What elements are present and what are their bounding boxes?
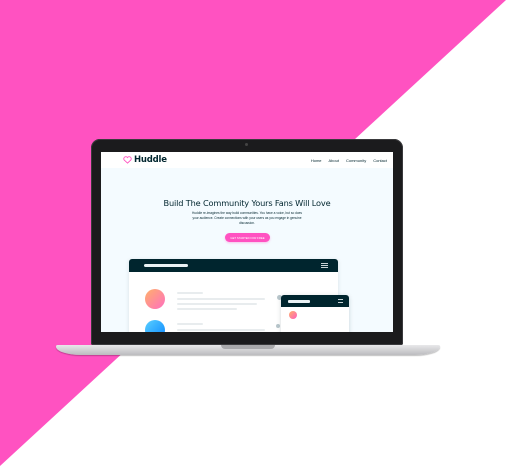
avatar: [289, 311, 297, 319]
hero-description: Huddle re-imagines the way build communi…: [191, 211, 303, 225]
placeholder-line: [177, 303, 257, 305]
site-header: Huddle Home About Community Contact: [101, 152, 393, 168]
nav-link-about[interactable]: About: [329, 158, 339, 163]
site-logo[interactable]: Huddle: [123, 155, 167, 165]
webcam: [245, 143, 248, 146]
nav-link-contact[interactable]: Contact: [373, 158, 387, 163]
heart-chat-icon: [123, 156, 132, 164]
avatar: [145, 289, 165, 309]
mockup-header-bar: [129, 259, 338, 272]
laptop-display: Huddle Home About Community Contact Buil…: [91, 139, 403, 345]
logo-text: Huddle: [134, 155, 167, 165]
placeholder-line: [177, 292, 203, 294]
avatar: [145, 320, 165, 332]
app-mockup-side: [281, 295, 349, 332]
get-started-button[interactable]: GET STARTED FOR FREE: [225, 233, 270, 242]
nav-link-community[interactable]: Community: [346, 158, 366, 163]
laptop-base: [56, 345, 440, 355]
hamburger-menu-icon: [321, 263, 328, 268]
nav-link-home[interactable]: Home: [311, 158, 322, 163]
laptop-notch: [221, 345, 275, 349]
placeholder-line: [177, 329, 265, 331]
mockup-title-placeholder: [144, 264, 188, 267]
hamburger-menu-icon: [338, 299, 343, 303]
hero-title: Build The Community Yours Fans Will Love: [163, 198, 331, 208]
placeholder-line: [177, 298, 265, 300]
mockup-side-title-placeholder: [288, 300, 310, 303]
placeholder-line: [177, 308, 237, 310]
mockup-dot: [276, 324, 280, 328]
site-nav: Home About Community Contact: [311, 158, 387, 163]
mockup-side-header: [281, 295, 349, 307]
laptop-screen: Huddle Home About Community Contact Buil…: [101, 152, 393, 332]
placeholder-line: [177, 323, 203, 325]
